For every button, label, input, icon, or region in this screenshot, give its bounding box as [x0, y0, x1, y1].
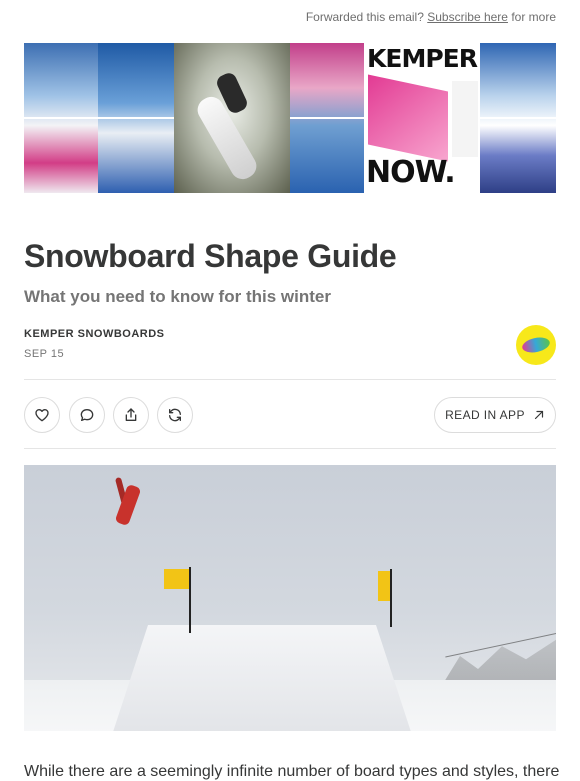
post-date: SEP 15 — [24, 348, 65, 360]
post-title[interactable]: Snowboard Shape Guide — [24, 238, 397, 275]
snow-jump — [112, 625, 412, 731]
read-in-app-label: READ IN APP — [445, 408, 525, 422]
post-hero-image[interactable] — [24, 465, 556, 731]
like-button[interactable] — [24, 397, 60, 433]
read-in-app-button[interactable]: READ IN APP — [434, 397, 556, 433]
banner-photo-1 — [24, 43, 98, 193]
arrow-up-right-icon — [534, 410, 543, 420]
banner-now-text: NOW. — [366, 155, 456, 190]
comment-button[interactable] — [69, 397, 105, 433]
share-icon — [125, 408, 137, 421]
flag-left — [164, 569, 189, 589]
restack-button[interactable] — [157, 397, 193, 433]
forward-suffix: for more — [511, 10, 556, 24]
banner-photo-2 — [98, 43, 174, 193]
banner-photo-6 — [480, 43, 556, 193]
kemper-logo-icon — [520, 335, 552, 355]
forward-prefix: Forwarded this email? — [305, 10, 424, 24]
banner-kemper-text: KEMPER — [367, 44, 478, 73]
divider-top — [24, 379, 556, 380]
heart-icon — [35, 409, 49, 422]
divider-bottom — [24, 448, 556, 449]
comment-icon — [80, 409, 94, 421]
forward-notice: Forwarded this email? Subscribe here for… — [306, 10, 556, 24]
banner-magazine-cover: KEMPER NOW. — [364, 43, 480, 193]
banner-photo-3 — [174, 43, 290, 193]
author-avatar[interactable] — [516, 325, 556, 365]
flag-right — [378, 571, 390, 601]
post-subtitle: What you need to know for this winter — [24, 287, 331, 306]
banner-photo-4 — [290, 43, 364, 193]
header-banner-image: KEMPER NOW. — [24, 43, 556, 193]
share-button[interactable] — [113, 397, 149, 433]
subscribe-link[interactable]: Subscribe here — [427, 10, 508, 24]
restack-icon — [169, 408, 181, 422]
author-name[interactable]: KEMPER SNOWBOARDS — [24, 328, 165, 340]
post-body-text: While there are a seemingly infinite num… — [24, 763, 560, 780]
